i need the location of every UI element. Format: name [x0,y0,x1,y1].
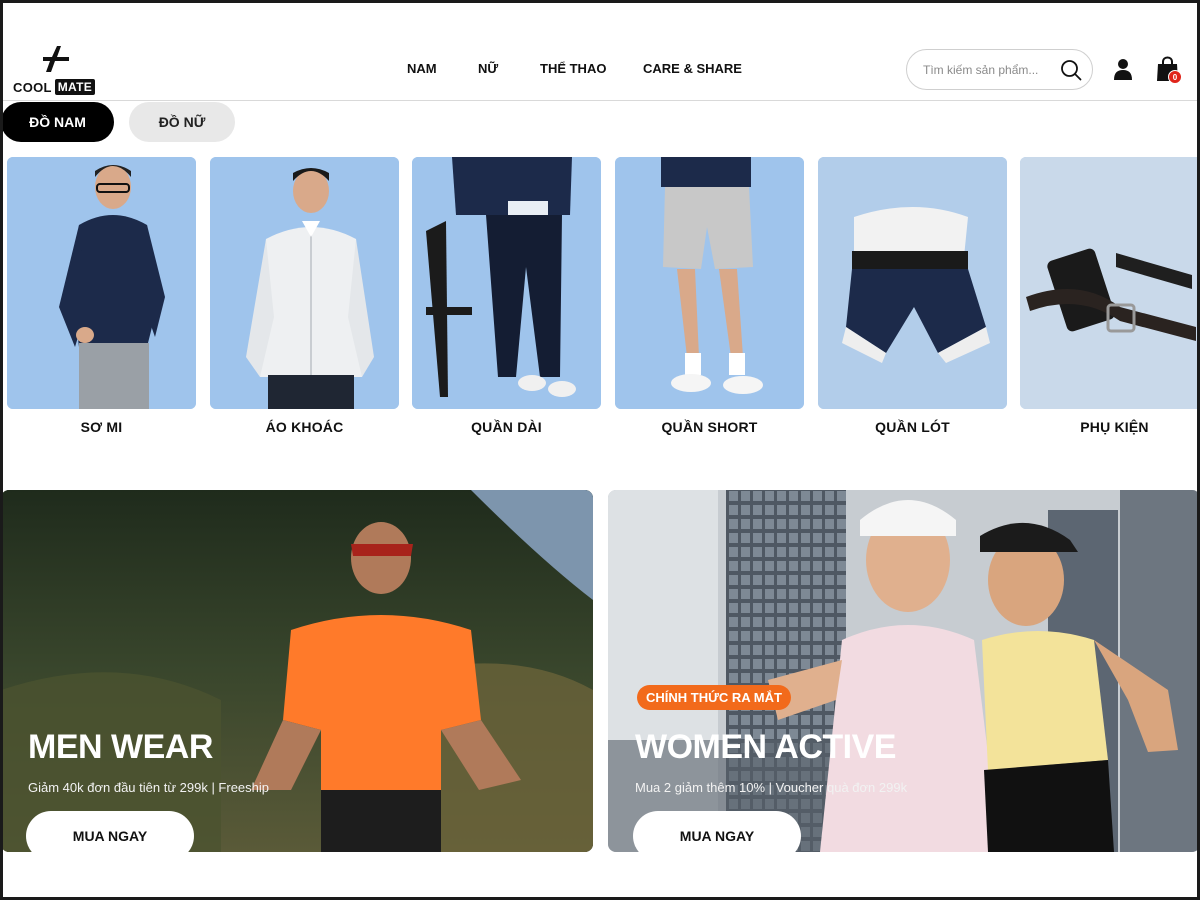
category-label: PHỤ KIỆN [1080,419,1149,435]
category-image-quan-short [615,157,804,409]
shop-now-button[interactable]: MUA NGAY [633,811,801,852]
tab-do-nu[interactable]: ĐỒ NỮ [129,102,235,142]
banner-men-wear[interactable]: MEN WEAR Giảm 40k đơn đầu tiên từ 299k |… [3,490,593,852]
logo-mate-text: MATE [54,79,96,95]
jacket-model-illustration [210,157,399,409]
category-label: QUẦN SHORT [661,419,758,435]
category-card-quan-lot[interactable]: QUẦN LÓT [818,157,1007,435]
logo-cool-text: COOL [13,79,52,95]
shorts-model-illustration [615,157,804,409]
nav-item-the-thao[interactable]: THỂ THAO [540,61,606,76]
category-label: ÁO KHOÁC [265,419,344,435]
category-label: QUẦN LÓT [875,419,950,435]
nav-item-nam[interactable]: NAM [407,61,437,76]
shirt-model-illustration [7,157,196,409]
category-card-quan-short[interactable]: QUẦN SHORT [615,157,804,435]
category-card-so-mi[interactable]: SƠ MI [7,157,196,435]
banner-title: WOMEN ACTIVE [635,728,896,766]
logo-wordmark: COOL MATE [13,79,96,95]
accessories-product-illustration [1020,157,1197,409]
category-image-phu-kien [1020,157,1197,409]
user-account-icon[interactable] [1113,58,1133,80]
banner-subtitle: Giảm 40k đơn đầu tiên từ 299k | Freeship [28,780,270,795]
tab-do-nam[interactable]: ĐỒ NAM [3,102,114,142]
underwear-product-illustration [818,157,1007,409]
nav-item-care-share[interactable]: CARE & SHARE [643,61,742,76]
category-card-quan-dai[interactable]: QUẦN DÀI [412,157,601,435]
shop-now-button[interactable]: MUA NGAY [26,811,194,852]
category-label: QUẦN DÀI [471,419,542,435]
search-input[interactable] [923,60,1053,80]
pants-model-illustration [412,157,601,409]
cart-count-badge: 0 [1168,70,1182,84]
banner-women-active[interactable]: CHÍNH THỨC RA MẮT WOMEN ACTIVE Mua 2 giả… [608,490,1197,852]
page: COOL MATE NAM NỮ THỂ THAO CARE & SHARE T… [3,3,1197,897]
category-image-so-mi [7,157,196,409]
search-icon[interactable] [1060,59,1082,81]
banner-title: MEN WEAR [28,728,213,766]
category-image-ao-khoac [210,157,399,409]
nav-item-nu[interactable]: NỮ [478,61,498,76]
category-image-quan-lot [818,157,1007,409]
category-card-phu-kien[interactable]: PHỤ KIỆN [1020,157,1197,435]
header: COOL MATE NAM NỮ THỂ THAO CARE & SHARE T… [3,3,1197,101]
banner-subtitle: Mua 2 giảm thêm 10% | Voucher quà đơn 29… [635,780,908,795]
men-wear-photo [3,490,593,852]
category-image-quan-dai [412,157,601,409]
search-box [906,49,1093,90]
category-label: SƠ MI [80,419,123,435]
women-active-photo [608,490,1197,852]
cart-button[interactable]: 0 [1156,56,1182,84]
launch-badge: CHÍNH THỨC RA MẮT [637,685,791,710]
category-card-ao-khoac[interactable]: ÁO KHOÁC [210,157,399,435]
